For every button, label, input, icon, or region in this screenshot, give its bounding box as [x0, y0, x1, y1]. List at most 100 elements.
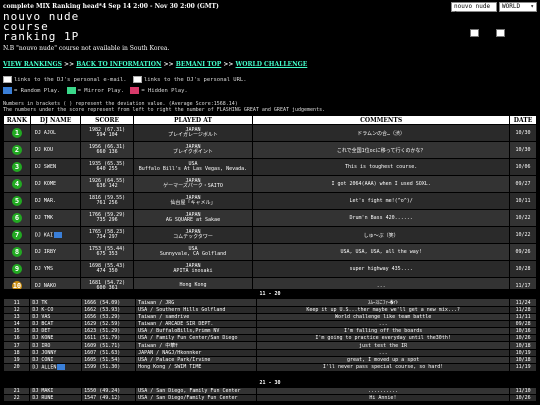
dj-name-link[interactable]: DJ KAI	[35, 232, 53, 238]
nav-view-rankings[interactable]: VIEW RANKINGS	[3, 61, 62, 68]
ranking-period-header: complete MIX Ranking head*4 Sep 14 2:00 …	[3, 3, 219, 10]
dj-name-cell[interactable]: DJ JONNY	[29, 349, 83, 357]
dj-name-cell-text[interactable]: DJ MAKI	[32, 388, 53, 394]
comment-cell: I'm falling off the boards	[255, 327, 511, 335]
date-cell: 10/26	[509, 334, 537, 342]
venue: 仙台屋「キャメル」	[170, 200, 216, 206]
played-at-cell: JAPAN AG SQUARE at Sakae	[132, 209, 254, 227]
navigation-links: VIEW RANKINGS >> BACK TO INFORMATION >> …	[3, 61, 308, 68]
date-cell: 11/28	[509, 306, 537, 314]
score-cell-text: 1547 (49.12)	[84, 395, 121, 401]
date-cell-text: 10/26	[515, 395, 531, 401]
dj-name-cell[interactable]: DJ KONE	[29, 334, 83, 342]
dj-name-cell[interactable]: DJ RUNE	[29, 394, 83, 402]
comment-cell: I got 2064(AAA) when I used SOXL.	[252, 175, 511, 193]
dj-name-link[interactable]: DJ IRBY	[35, 249, 56, 255]
dj-name-cell[interactable]: DJ IRO	[29, 341, 83, 350]
table-row: 5 DJ MAR. 1816 (59.55) 761 256 JAPAN 仙台屋「キャメル…	[3, 192, 537, 210]
chart-select[interactable]: nouvo nude 1p ▾	[451, 2, 497, 18]
dj-name-link[interactable]: DJ MAR.	[35, 198, 56, 204]
dj-name-cell[interactable]: DJ MAKI	[29, 387, 83, 395]
venue: ゲーマーズパーク・SAITO	[163, 183, 223, 189]
date-cell: 10/30	[509, 141, 537, 159]
nav-world-challenge[interactable]: WORLD CHALLENGE	[236, 61, 308, 68]
comment-cell: super highway 435....	[252, 260, 511, 278]
dj-name-cell-text[interactable]: DJ BCAT	[32, 321, 53, 327]
dj-name-cell[interactable]: DJ VAS	[29, 313, 83, 321]
legend-links: links to the DJ's personal e-mail. links…	[3, 76, 247, 83]
played-at-cell: Hong Kong / SWIM TIME	[135, 363, 257, 372]
score-cell: 1623 (51.29)	[81, 327, 137, 335]
header-dj-name: DJ NAME	[29, 115, 82, 125]
date-cell: 10/30	[509, 124, 537, 142]
dj-name-link[interactable]: DJ YMS	[35, 266, 53, 272]
table-row: 16 DJ KONE 1611 (51.79) USA / Family Fun Ce…	[2, 334, 537, 342]
dj-name-cell: DJ AJOL	[29, 124, 82, 142]
dj-name-cell[interactable]: DJ BCAT	[29, 320, 83, 328]
rank-cell: 21	[2, 387, 31, 395]
dj-name-cell-text[interactable]: DJ KONE	[32, 335, 53, 341]
played-at-cell-text: Taiwan / ARCADE SIR DEPT.	[138, 321, 214, 327]
flag-icon[interactable]	[495, 29, 505, 37]
rank-cell-text: 14	[13, 321, 20, 327]
page-title: nouvo nude course ranking 1P	[3, 11, 79, 42]
dj-name-cell[interactable]: DJ TK	[29, 298, 83, 307]
comment-cell: しゅ～ぶ（笑）	[252, 226, 511, 244]
rank-cell: 2	[3, 141, 31, 159]
comment-cell-text: ..........	[367, 388, 398, 394]
rank-cell: 3	[3, 158, 31, 176]
dj-name-cell[interactable]: DJ K-CO	[29, 306, 83, 314]
dj-name-cell-text[interactable]: DJ CONI	[32, 357, 53, 363]
played-at-cell: JAPAN プレイガレージボルト	[132, 124, 254, 142]
nav-back-to-information[interactable]: BACK TO INFORMATION	[76, 61, 161, 68]
dj-name-cell-text[interactable]: DJ K-CO	[32, 307, 53, 313]
score-cell-text: 1662 (53.93)	[84, 307, 121, 313]
table-row: 13 DJ VAS 1656 (53.29) Taiwan / samdrive Wor…	[2, 313, 537, 321]
dj-name-cell[interactable]: DJ DET	[29, 327, 83, 335]
dj-name-link[interactable]: DJ KOME	[35, 181, 56, 187]
region-select[interactable]: WORLD ▾	[499, 2, 537, 12]
header-date: DATE	[509, 115, 537, 125]
table-row: 6 DJ TMK 1766 (59.29) 735 296 JAPAN AG SQUARE…	[3, 209, 537, 227]
table-row: 11 DJ TK 1666 (54.09) Taiwan / JRG ｽﾑｰｽにﾌｧｰ�…	[2, 298, 537, 307]
dj-name-cell-text[interactable]: DJ TK	[32, 300, 47, 306]
dj-name-cell[interactable]: DJ CONI	[29, 356, 83, 364]
comment-cell: USA, USA, USA, all the way!	[252, 243, 511, 261]
rank-cell: 18	[2, 349, 31, 357]
venue: AG SQUARE at Sakae	[165, 217, 221, 223]
judgement-counts: 675 353	[96, 251, 118, 257]
comment-cell-text: just test the IR	[359, 342, 408, 349]
nav-bemani-top[interactable]: BEMANI TOP	[176, 61, 222, 68]
score-cell: 1609 (51.71)	[81, 341, 137, 350]
dj-name-cell[interactable]: DJ ALLEN	[29, 363, 83, 372]
rank-badge: 5	[11, 196, 22, 206]
dj-name-cell-text[interactable]: DJ IRO	[32, 343, 50, 349]
dj-name-link[interactable]: DJ TMK	[35, 215, 53, 221]
dj-name-cell: DJ MAR.	[29, 192, 82, 210]
date-cell-text: 11/11	[515, 314, 531, 320]
ranking-table-top10: RANK DJ NAME SCORE PLAYED AT COMMENTS DA…	[3, 115, 537, 295]
dj-name-cell-text[interactable]: DJ DET	[32, 328, 50, 334]
judgement-counts: 660 136	[96, 149, 118, 155]
rank-cell-text: 15	[13, 328, 20, 334]
dj-name-cell-text[interactable]: DJ RUNE	[32, 395, 53, 401]
date-cell-text: 11/19	[515, 364, 531, 371]
dj-name-cell-text[interactable]: DJ JONNY	[32, 350, 56, 356]
flag-icon[interactable]	[470, 29, 479, 37]
played-at-cell: Taiwan / samdrive	[135, 313, 257, 321]
played-at-cell-text: Taiwan / 中華ｻ	[138, 343, 178, 349]
dj-name-link[interactable]: DJ KOU	[35, 147, 53, 153]
played-at-cell-text: USA / Family Fun Center/San Diego	[138, 335, 238, 341]
played-at-cell: USA / BuffaloBills,Primm NV	[135, 327, 257, 335]
comment-cell-text: ...	[378, 350, 388, 356]
rank-cell: 14	[2, 320, 31, 328]
country: Hong Kong	[179, 282, 207, 289]
dj-name-link[interactable]: DJ SWEN	[35, 164, 56, 170]
score-cell: 1611 (51.79)	[81, 334, 137, 342]
rank-cell: 22	[2, 394, 31, 402]
dj-name-cell-text[interactable]: DJ VAS	[32, 314, 50, 320]
dj-name-cell-text[interactable]: DJ ALLEN	[32, 365, 56, 371]
dj-name-link[interactable]: DJ AJOL	[35, 130, 56, 136]
date-cell-text: 10/18	[515, 342, 531, 349]
played-at-cell: Taiwan / JRG	[135, 298, 257, 307]
